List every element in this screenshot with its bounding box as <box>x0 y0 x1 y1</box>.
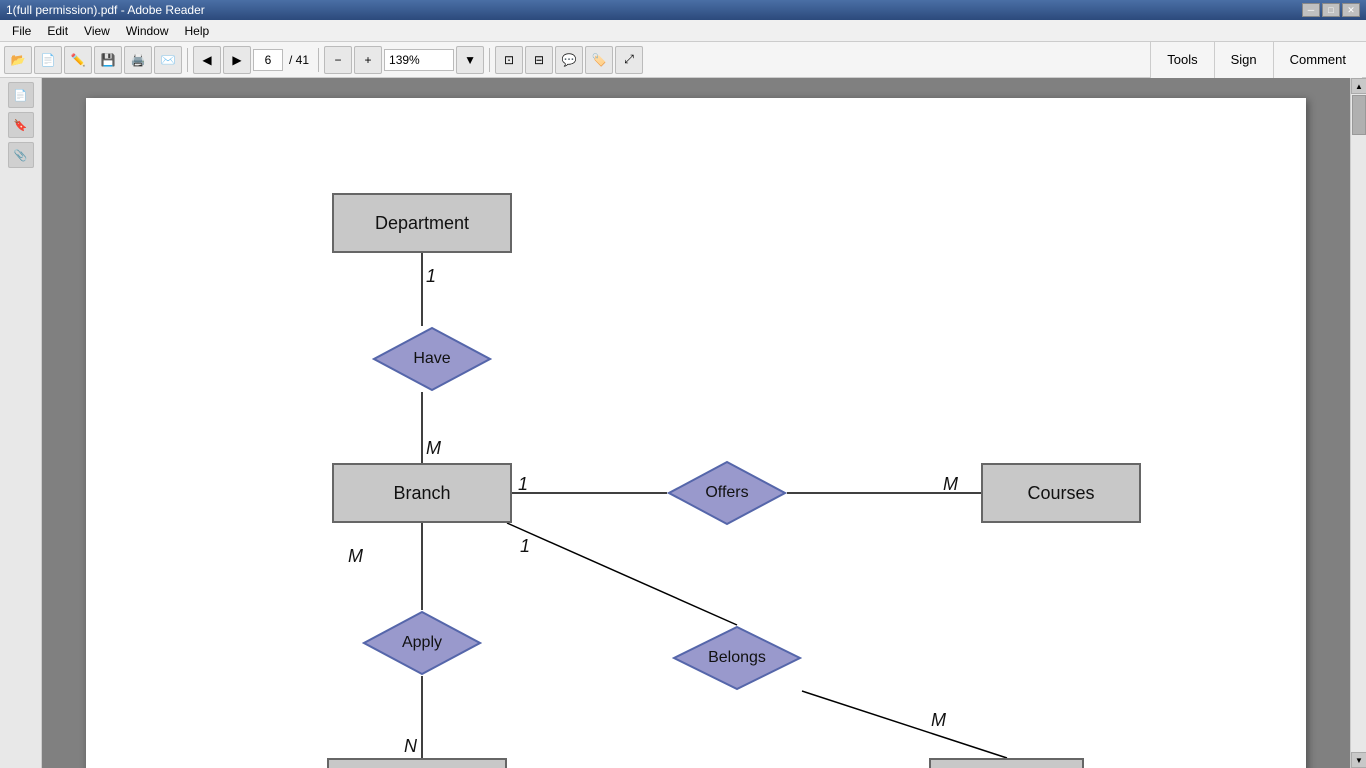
window-controls: ─ □ ✕ <box>1302 3 1360 17</box>
back-button[interactable]: ◀ <box>193 46 221 74</box>
pdf-page: Department Branch Courses Applicant Stud… <box>86 98 1306 768</box>
zoom-out-button[interactable]: − <box>324 46 352 74</box>
cardinality-8: M <box>931 710 946 731</box>
stamp-button[interactable]: 🏷️ <box>585 46 613 74</box>
main-area: 📄 🔖 📎 <box>0 78 1366 768</box>
forward-button[interactable]: ▶ <box>223 46 251 74</box>
entity-department: Department <box>332 193 512 253</box>
expand-button[interactable]: ⤢ <box>615 46 643 74</box>
entity-courses: Courses <box>981 463 1141 523</box>
open-file-button[interactable]: 📄 <box>34 46 62 74</box>
entity-branch: Branch <box>332 463 512 523</box>
menu-bar: File Edit View Window Help <box>0 20 1366 42</box>
scroll-thumb[interactable] <box>1352 95 1366 135</box>
fit-page-button[interactable]: ⊡ <box>495 46 523 74</box>
zoom-input[interactable] <box>384 49 454 71</box>
minimize-button[interactable]: ─ <box>1302 3 1320 17</box>
fit-width-button[interactable]: ⊟ <box>525 46 553 74</box>
entity-applicant: Applicant <box>327 758 507 768</box>
sidebar-attachments-btn[interactable]: 📎 <box>8 142 34 168</box>
window-title: 1(full permission).pdf - Adobe Reader <box>6 3 205 17</box>
relationship-apply: Apply <box>362 610 482 676</box>
cardinality-5: M <box>348 546 363 567</box>
sidebar-bookmarks-btn[interactable]: 🔖 <box>8 112 34 138</box>
comment-button[interactable]: 💬 <box>555 46 583 74</box>
email-button[interactable]: ✉️ <box>154 46 182 74</box>
relationship-offers: Offers <box>667 460 787 526</box>
sidebar-pages-btn[interactable]: 📄 <box>8 82 34 108</box>
toolbar-right-panel: Tools Sign Comment <box>1150 42 1362 78</box>
zoom-dropdown-button[interactable]: ▼ <box>456 46 484 74</box>
er-diagram: Department Branch Courses Applicant Stud… <box>86 98 1306 768</box>
pdf-area[interactable]: Department Branch Courses Applicant Stud… <box>42 78 1350 768</box>
menu-file[interactable]: File <box>4 22 39 40</box>
left-sidebar: 📄 🔖 📎 <box>0 78 42 768</box>
menu-edit[interactable]: Edit <box>39 22 76 40</box>
menu-view[interactable]: View <box>76 22 118 40</box>
cardinality-6: 1 <box>520 536 530 557</box>
comment-tab-button[interactable]: Comment <box>1273 42 1362 78</box>
sign-button[interactable]: Sign <box>1214 42 1273 78</box>
scroll-track[interactable] <box>1351 94 1366 752</box>
cardinality-3: 1 <box>518 474 528 495</box>
toolbar-separator-3 <box>489 48 490 72</box>
page-number-input[interactable] <box>253 49 283 71</box>
relationship-have: Have <box>372 326 492 392</box>
cardinality-4: M <box>943 474 958 495</box>
toolbar-separator-2 <box>318 48 319 72</box>
print-button[interactable]: 🖨️ <box>124 46 152 74</box>
toolbar: 📂 📄 ✏️ 💾 🖨️ ✉️ ◀ ▶ / 41 − + ▼ ⊡ ⊟ 💬 🏷️ ⤢… <box>0 42 1366 78</box>
page-total: / 41 <box>285 53 313 67</box>
cardinality-2: M <box>426 438 441 459</box>
save-button[interactable]: 💾 <box>94 46 122 74</box>
relationship-belongs: Belongs <box>672 625 802 691</box>
maximize-button[interactable]: □ <box>1322 3 1340 17</box>
menu-help[interactable]: Help <box>177 22 218 40</box>
close-button[interactable]: ✕ <box>1342 3 1360 17</box>
scrollbar[interactable]: ▲ ▼ <box>1350 78 1366 768</box>
scroll-down-arrow[interactable]: ▼ <box>1351 752 1366 768</box>
cardinality-7: N <box>404 736 417 757</box>
title-bar: 1(full permission).pdf - Adobe Reader ─ … <box>0 0 1366 20</box>
menu-window[interactable]: Window <box>118 22 177 40</box>
cardinality-1: 1 <box>426 266 436 287</box>
entity-student: Student <box>929 758 1084 768</box>
zoom-in-button[interactable]: + <box>354 46 382 74</box>
toolbar-separator-1 <box>187 48 188 72</box>
open-button[interactable]: 📂 <box>4 46 32 74</box>
tools-button[interactable]: Tools <box>1150 42 1213 78</box>
edit-button[interactable]: ✏️ <box>64 46 92 74</box>
scroll-up-arrow[interactable]: ▲ <box>1351 78 1366 94</box>
